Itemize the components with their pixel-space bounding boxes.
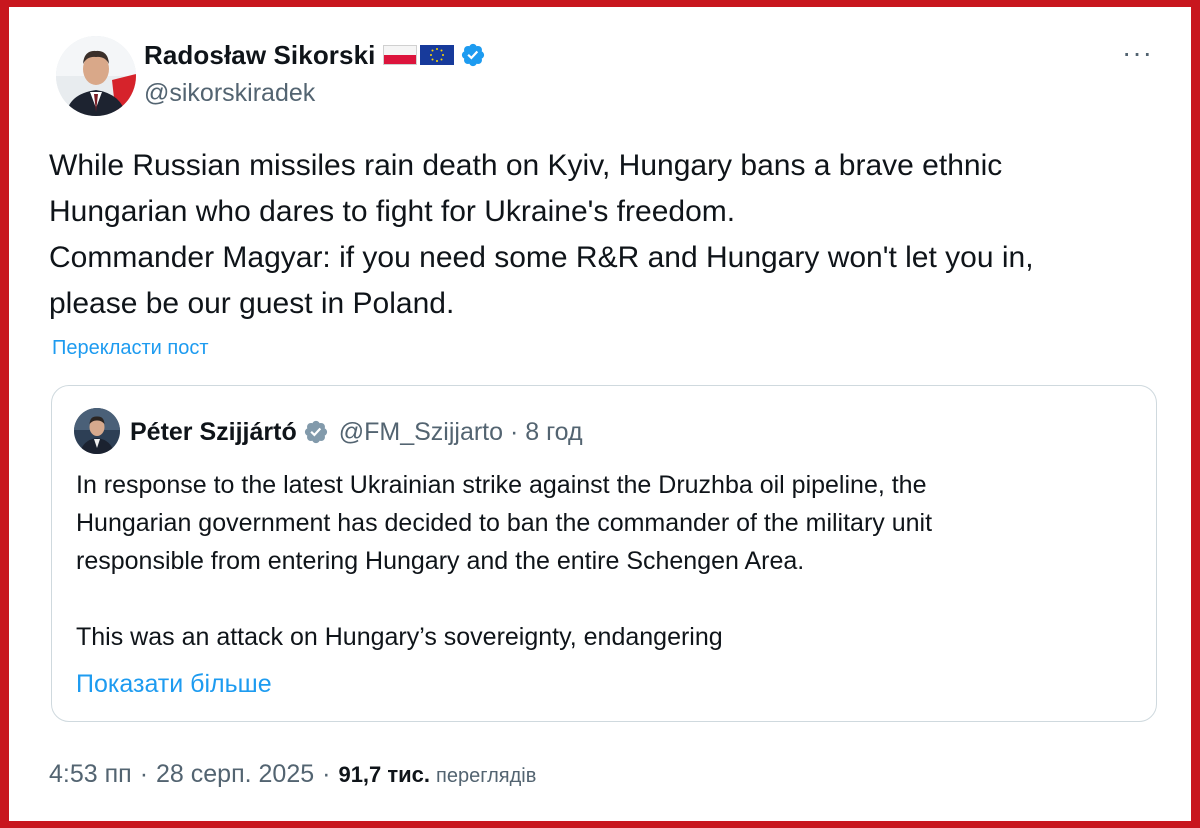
author-name-row: Radosław Sikorski [144,37,486,73]
views-count: 91,7 тис. [338,762,431,787]
quoted-header: Péter Szijjártó @FM_Szijjarto · 8 год [130,412,583,452]
quoted-text: In response to the latest Ukrainian stri… [76,466,1146,656]
post-text-line: Hungarian who dares to fight for Ukraine… [49,195,736,228]
poland-flag-icon [383,45,418,65]
views-label: переглядів [436,765,537,787]
quoted-meta-separator: · [509,417,519,446]
quoted-author-avatar-image [74,408,120,454]
quoted-time[interactable]: 8 год [525,418,582,446]
quoted-author-name[interactable]: Péter Szijjártó [130,418,297,447]
post-text-line: please be our guest in Poland. [49,287,455,320]
post-footer: 4:53 пп · 28 серп. 2025 · 91,7 тис. пере… [49,760,536,789]
post-date[interactable]: 28 серп. 2025 [156,760,314,789]
eu-flag-icon [420,45,455,65]
quoted-author-handle[interactable]: @FM_Szijjarto [339,418,503,446]
quoted-text-line: This was an attack on Hungary’s sovereig… [76,623,723,651]
quoted-text-line: responsible from entering Hungary and th… [76,547,805,575]
quoted-author-avatar[interactable] [74,408,120,454]
post-text-line: While Russian missiles rain death on Kyi… [49,149,1003,182]
footer-separator: · [139,760,149,788]
author-flags [383,43,455,67]
author-avatar-image [56,36,136,116]
author-name[interactable]: Radosław Sikorski [144,40,375,71]
post-text: While Russian missiles rain death on Kyi… [49,143,1169,327]
footer-separator: · [322,760,331,788]
show-more-link[interactable]: Показати більше [76,670,272,699]
author-handle[interactable]: @sikorskiradek [144,79,315,108]
more-options-icon[interactable]: ··· [1122,39,1153,67]
verified-gray-badge-icon [304,420,327,444]
quoted-post[interactable]: Péter Szijjártó @FM_Szijjarto · 8 год In… [51,385,1157,722]
author-avatar[interactable] [56,36,136,116]
verified-badge-icon [462,43,485,67]
post-text-line: Commander Magyar: if you need some R&R a… [49,241,1034,274]
post-card: Radosław Sikorski @sikorskiradek ··· Whi… [9,7,1191,821]
quoted-text-line: Hungarian government has decided to ban … [76,509,933,537]
quoted-meta: @FM_Szijjarto · 8 год [339,418,583,447]
translate-post-link[interactable]: Перекласти пост [52,337,209,360]
post-time[interactable]: 4:53 пп [49,760,132,789]
quoted-text-line: In response to the latest Ukrainian stri… [76,471,927,499]
